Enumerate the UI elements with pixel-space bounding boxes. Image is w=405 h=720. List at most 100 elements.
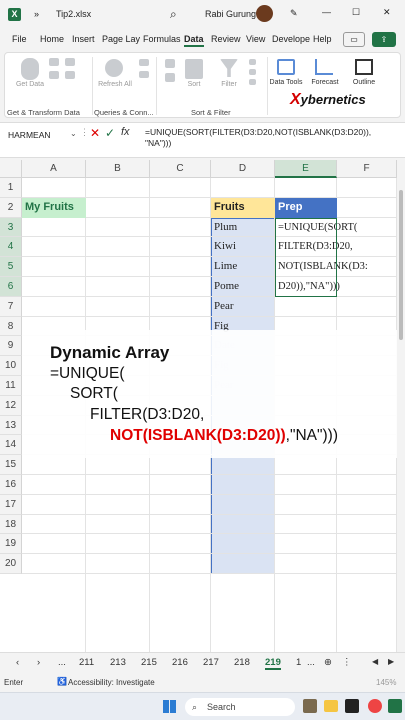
sheet-tab-216[interactable]: 216 xyxy=(172,657,188,668)
row-header-15[interactable]: 15 xyxy=(0,455,22,475)
tab-insert[interactable]: Insert xyxy=(72,34,95,44)
csv-icon[interactable] xyxy=(65,58,75,66)
row-header-8[interactable]: 8 xyxy=(0,316,22,337)
formula-cell-line[interactable]: NOT(ISBLANK(D3: xyxy=(275,257,368,277)
forecast-label[interactable]: Forecast xyxy=(307,79,343,86)
row-header-11[interactable]: 11 xyxy=(0,376,22,396)
reapply-icon[interactable] xyxy=(249,69,256,75)
fruit-cell[interactable]: Lime xyxy=(211,257,275,277)
sheet-tab-213[interactable]: 213 xyxy=(110,657,126,668)
maximize-icon[interactable]: ☐ xyxy=(352,7,360,18)
close-icon[interactable]: ✕ xyxy=(383,7,391,18)
sheet-tab-215[interactable]: 215 xyxy=(141,657,157,668)
outline-icon[interactable] xyxy=(355,59,373,75)
row-header-7[interactable]: 7 xyxy=(0,296,22,317)
sheet-tab-211[interactable]: 211 xyxy=(79,657,94,668)
filter-label[interactable]: Filter xyxy=(217,81,241,88)
app-icon-2[interactable] xyxy=(345,699,359,713)
app-icon[interactable] xyxy=(303,699,317,713)
row-header-2[interactable]: 2 xyxy=(0,197,22,218)
scroll-right-icon[interactable]: › xyxy=(37,657,40,668)
column-header-f[interactable]: F xyxy=(337,160,397,178)
forecast-icon[interactable] xyxy=(315,59,333,75)
properties-icon[interactable] xyxy=(139,71,149,78)
get-data-label[interactable]: Get Data xyxy=(13,81,47,88)
advanced-icon[interactable] xyxy=(249,79,256,85)
row-header-9[interactable]: 9 xyxy=(0,336,22,357)
table-icon[interactable] xyxy=(49,58,59,66)
queries-icon[interactable] xyxy=(139,59,149,66)
add-sheet-icon[interactable]: ⊕ xyxy=(324,657,332,668)
column-header-a[interactable]: A xyxy=(22,160,86,178)
cell-e2-prep[interactable]: Prep xyxy=(275,197,337,218)
minimize-icon[interactable]: — xyxy=(322,7,331,17)
more-sheets-right[interactable]: ... xyxy=(307,657,315,668)
sheet-tab-218[interactable]: 218 xyxy=(234,657,250,668)
fruit-cell[interactable]: Kiwi xyxy=(211,237,275,257)
tab-review[interactable]: Review xyxy=(211,34,241,44)
comment-button[interactable]: ▭ xyxy=(343,32,365,47)
fruit-cell[interactable]: Pome xyxy=(211,277,275,297)
hscroll-left-icon[interactable]: ◀ xyxy=(372,657,378,666)
column-header-e[interactable]: E xyxy=(275,160,337,178)
excel-taskbar-icon[interactable] xyxy=(388,699,402,713)
row-header-12[interactable]: 12 xyxy=(0,395,22,416)
tab-home[interactable]: Home xyxy=(40,34,64,44)
tab-page-layout[interactable]: Page Lay xyxy=(102,34,140,44)
fruit-cell[interactable]: Plum xyxy=(211,218,275,238)
vertical-scrollbar[interactable] xyxy=(397,160,405,652)
sheet-tab-217[interactable]: 217 xyxy=(203,657,219,668)
more-options-icon[interactable]: ⋮ xyxy=(342,657,352,668)
column-header-c[interactable]: C xyxy=(150,160,211,178)
filter-icon[interactable] xyxy=(220,59,238,77)
chevron-down-icon[interactable]: ⌄ xyxy=(70,129,77,138)
avatar[interactable] xyxy=(256,5,273,22)
pen-icon[interactable]: ✎ xyxy=(290,8,298,19)
formula-cell-line[interactable]: =UNIQUE(SORT( xyxy=(275,218,357,238)
search-icon[interactable]: ⌕ xyxy=(170,7,177,22)
insert-function-icon[interactable]: fx xyxy=(121,126,130,138)
sort-dialog-icon[interactable] xyxy=(185,59,203,79)
sort-label[interactable]: Sort xyxy=(182,81,206,88)
tab-view[interactable]: View xyxy=(246,34,265,44)
share-button[interactable]: ⇪ xyxy=(372,32,396,47)
row-header-4[interactable]: 4 xyxy=(0,237,22,258)
cancel-icon[interactable]: ✕ xyxy=(90,126,100,140)
more-sheets-left[interactable]: ... xyxy=(58,657,66,668)
tab-data[interactable]: Data xyxy=(184,34,204,47)
data-tools-label[interactable]: Data Tools xyxy=(268,79,304,86)
scroll-left-icon[interactable]: ‹ xyxy=(16,657,19,668)
sheet-tab-partial[interactable]: 1 xyxy=(296,657,301,668)
tab-file[interactable]: File xyxy=(12,34,27,44)
sort-za-icon[interactable] xyxy=(165,73,175,82)
formula-cell-line[interactable]: FILTER(D3:D20, xyxy=(275,237,355,257)
row-header-17[interactable]: 17 xyxy=(0,494,22,515)
formula-cell-line[interactable]: D20)),"NA"))) xyxy=(275,277,355,297)
tab-developer[interactable]: Develope xyxy=(272,34,310,44)
zoom-level[interactable]: 145% xyxy=(376,678,396,687)
web-icon[interactable] xyxy=(49,71,59,79)
row-header-6[interactable]: 6 xyxy=(0,277,22,297)
tab-formulas[interactable]: Formulas xyxy=(143,34,181,44)
column-header-b[interactable]: B xyxy=(86,160,150,178)
file-explorer-icon[interactable] xyxy=(324,700,338,712)
name-box[interactable]: HARMEAN xyxy=(6,127,78,143)
column-header-d[interactable]: D xyxy=(211,160,275,178)
row-header-20[interactable]: 20 xyxy=(0,554,22,574)
refresh-icon[interactable] xyxy=(105,59,123,77)
row-header-19[interactable]: 19 xyxy=(0,534,22,555)
row-header-16[interactable]: 16 xyxy=(0,475,22,495)
fruit-cell[interactable]: Pear xyxy=(211,297,275,317)
chevron-more-icon[interactable]: » xyxy=(34,9,39,19)
database-icon[interactable] xyxy=(21,58,39,80)
sort-az-icon[interactable] xyxy=(165,59,175,68)
outline-label[interactable]: Outline xyxy=(345,79,383,86)
data-tools-icon[interactable] xyxy=(277,59,295,75)
enter-icon[interactable]: ✓ xyxy=(105,126,115,140)
browser-icon[interactable] xyxy=(368,699,382,713)
cell-d2-fruits[interactable]: Fruits xyxy=(211,197,275,218)
select-all-corner[interactable] xyxy=(0,160,22,178)
refresh-all-label[interactable]: Refresh All xyxy=(97,81,133,88)
row-header-18[interactable]: 18 xyxy=(0,514,22,535)
accessibility-status[interactable]: Accessibility: Investigate xyxy=(68,678,155,687)
